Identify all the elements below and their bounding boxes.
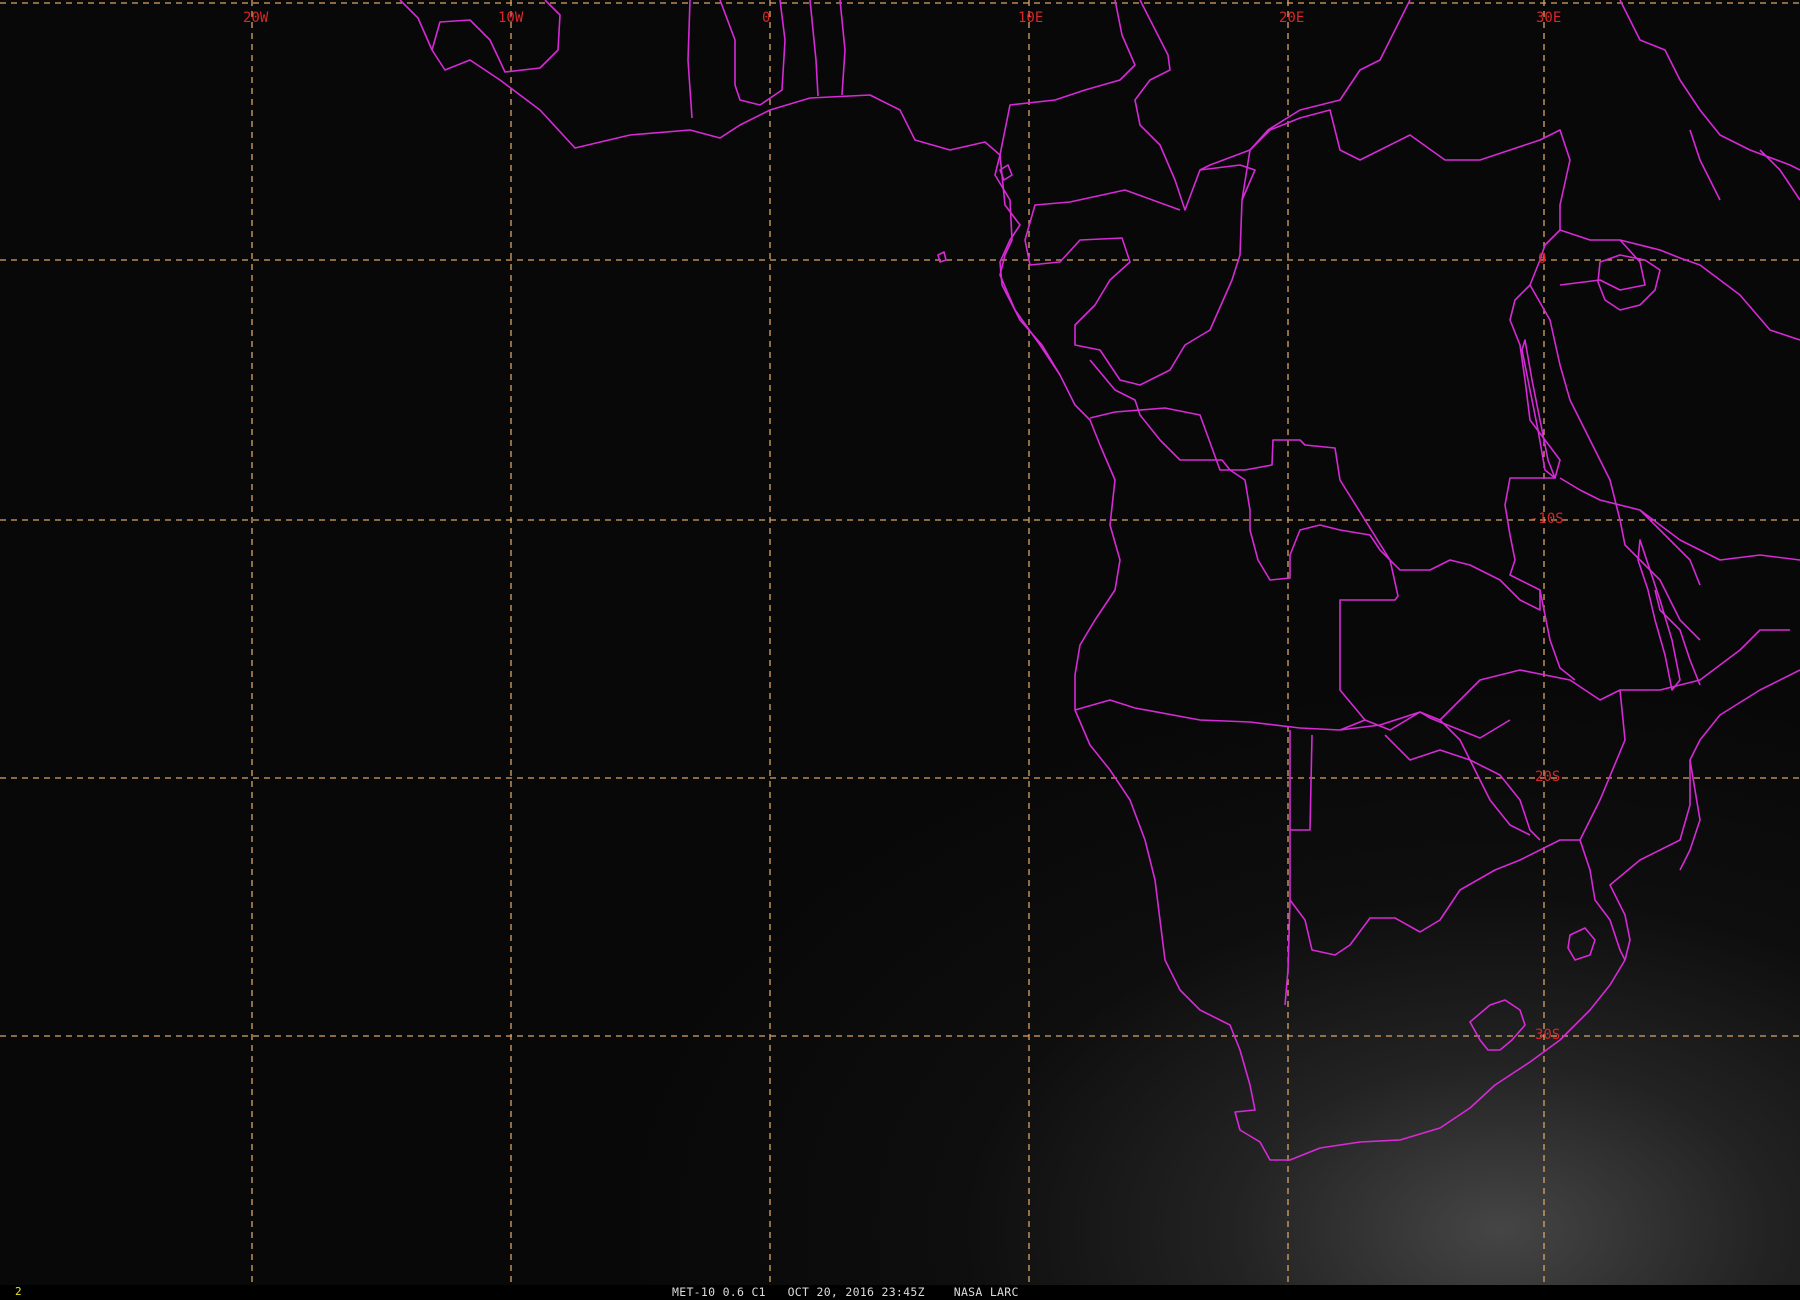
longitude-label-10e: 10E [1018,10,1043,26]
angola-namibia-borders [1074,407,1531,836]
longitude-label-20w: 20W [243,10,269,26]
lake-malawi [1637,539,1681,691]
africa-coastline [399,0,1800,1161]
drc-east-border [1089,109,1571,611]
longitude-label-20e: 20E [1279,10,1304,26]
longitude-label-0: 0 [762,10,770,26]
longitude-label-10w: 10W [498,10,524,26]
latitude-labels: 0 -10S 20S 30S [1530,251,1564,1043]
horn-of-africa-borders [1619,0,1800,201]
satellite-image-viewer[interactable]: 20W 10W 0 10E 20E 30E 0 -10S 20S 30S 2 M… [0,0,1800,1300]
lake-victoria [1597,254,1661,311]
latitude-label-30s: 30S [1535,1027,1560,1043]
latitude-label-0: 0 [1538,251,1546,267]
latitude-label-20s: 20S [1535,769,1560,785]
map-overlay: 20W 10W 0 10E 20E 30E 0 -10S 20S 30S [0,0,1800,1285]
sao-tome-island [937,251,947,263]
lake-tanganyika [1521,339,1556,479]
central-africa-borders [1024,0,1411,386]
longitude-grid [251,0,1545,1285]
frame-number: 2 [15,1285,22,1298]
southern-africa-borders [1284,589,1790,1006]
eswatini-border [1567,927,1596,961]
latitude-label-10s: -10S [1530,511,1564,527]
lesotho-border [1469,999,1526,1051]
status-bar: 2 MET-10 0.6 C1 OCT 20, 2016 23:45Z NASA… [0,1285,1800,1300]
political-boundaries [399,0,1800,1161]
longitude-label-30e: 30E [1536,10,1561,26]
image-caption: MET-10 0.6 C1 OCT 20, 2016 23:45Z NASA L… [672,1285,1019,1299]
longitude-labels: 20W 10W 0 10E 20E 30E [243,10,1561,26]
